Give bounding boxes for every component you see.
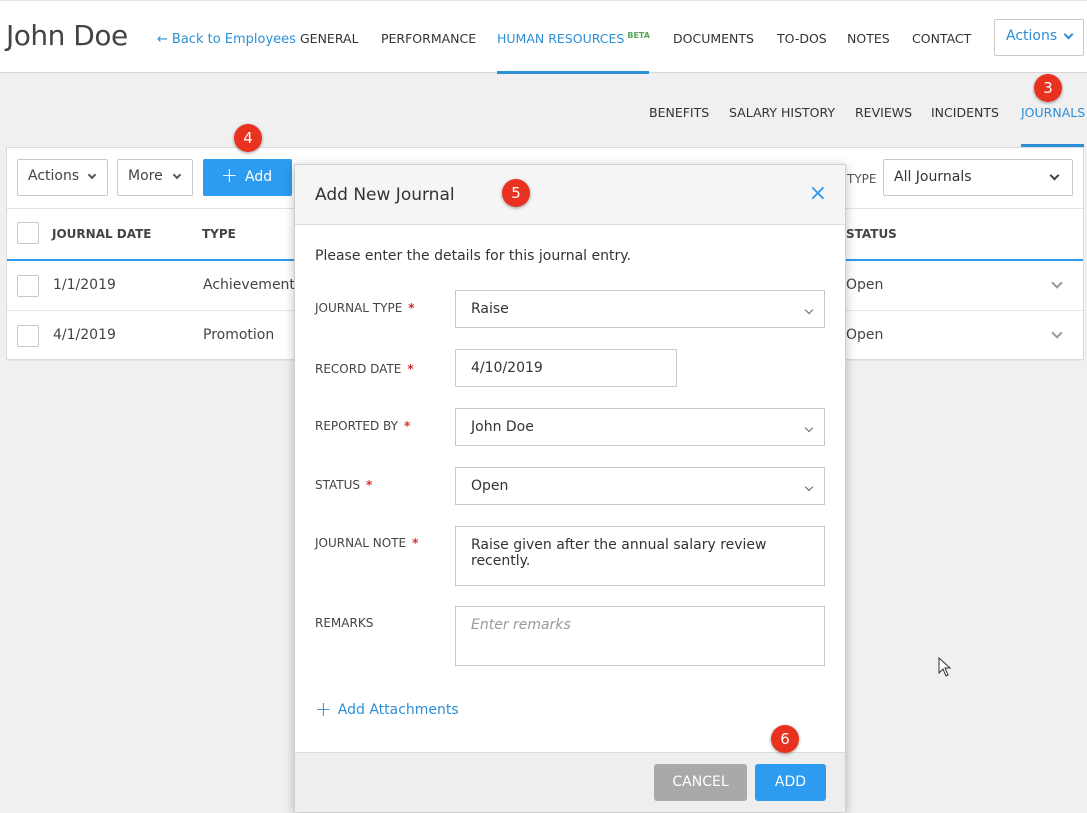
column-status: STATUS (846, 227, 897, 241)
step-badge-3: 3 (1034, 74, 1062, 102)
journal-type-label: JOURNAL TYPE * (315, 301, 415, 315)
expand-row-chevron-icon[interactable] (1051, 327, 1063, 339)
modal-intro: Please enter the details for this journa… (315, 248, 631, 264)
chevron-down-icon (1049, 170, 1060, 181)
nav-human-resources-label: HUMAN RESOURCES (497, 31, 625, 46)
status-label: STATUS * (315, 478, 372, 492)
mouse-cursor-icon (938, 657, 952, 677)
add-attachments-label: Add Attachments (337, 702, 459, 718)
modal-header: Add New Journal × (295, 165, 845, 225)
reported-by-value: John Doe (471, 419, 534, 435)
select-all-checkbox[interactable] (17, 222, 39, 244)
nav-contact[interactable]: CONTACT (912, 31, 971, 74)
header-actions-label: Actions (1006, 28, 1058, 44)
row-type: Promotion (203, 327, 275, 343)
record-date-value: 4/10/2019 (471, 360, 543, 376)
record-date-label-text: RECORD DATE (315, 362, 402, 376)
row-date: 1/1/2019 (53, 277, 116, 293)
add-journal-modal: Add New Journal × Please enter the detai… (294, 164, 846, 812)
nav-todos[interactable]: TO-DOs (777, 31, 827, 74)
remarks-label: REMARKS (315, 616, 374, 630)
add-attachments-link[interactable]: + Add Attachments (315, 697, 459, 721)
back-to-employees-link[interactable]: ← Back to Employees (157, 32, 296, 47)
add-journal-label: Add (245, 169, 273, 185)
reported-by-label: REPORTED BY * (315, 419, 410, 433)
back-link-label: Back to Employees (171, 32, 296, 47)
nav-general[interactable]: GENERAL (300, 31, 359, 74)
beta-badge: BETA (627, 31, 650, 40)
chevron-down-icon (172, 170, 182, 180)
required-mark: * (407, 362, 414, 376)
more-dropdown-label: More (128, 168, 163, 184)
status-label-text: STATUS (315, 478, 361, 492)
type-filter-value: All Journals (894, 169, 972, 185)
row-status: Open (846, 277, 884, 293)
reported-by-label-text: REPORTED BY (315, 419, 398, 433)
actions-dropdown-label: Actions (28, 168, 80, 184)
modal-footer: CANCEL ADD (295, 752, 845, 812)
nav-human-resources[interactable]: HUMAN RESOURCES BETA (497, 31, 650, 74)
type-filter-select[interactable]: All Journals (883, 159, 1073, 196)
submit-add-button[interactable]: ADD (755, 764, 826, 801)
step-badge-6: 6 (771, 725, 799, 753)
plus-icon: + (221, 163, 238, 187)
cancel-button[interactable]: CANCEL (654, 764, 747, 801)
row-date: 4/1/2019 (53, 327, 116, 343)
required-mark: * (366, 478, 373, 492)
journal-note-value: Raise given after the annual salary revi… (471, 537, 767, 569)
record-date-field[interactable]: 4/10/2019 (455, 349, 677, 387)
column-type: TYPE (202, 227, 236, 241)
journal-note-label: JOURNAL NOTE * (315, 536, 418, 550)
required-mark: * (408, 301, 415, 315)
employee-name: John Doe (6, 19, 128, 52)
arrow-left-icon: ← (157, 32, 168, 47)
add-journal-button[interactable]: + Add (203, 159, 292, 196)
chevron-down-icon (804, 423, 814, 433)
journal-note-textarea[interactable]: Raise given after the annual salary revi… (455, 526, 825, 586)
more-dropdown[interactable]: More (117, 159, 193, 196)
step-badge-5: 5 (502, 179, 530, 207)
tab-benefits[interactable]: BENEFITS (649, 105, 709, 147)
journal-type-select[interactable]: Raise (455, 290, 825, 328)
nav-notes[interactable]: NOTES (847, 31, 890, 74)
tab-incidents[interactable]: INCIDENTS (931, 105, 999, 147)
expand-row-chevron-icon[interactable] (1051, 277, 1063, 289)
required-mark: * (403, 419, 411, 433)
header-actions-button[interactable]: Actions (994, 19, 1084, 56)
top-header: John Doe ← Back to Employees GENERAL PERF… (0, 0, 1087, 74)
record-date-label: RECORD DATE * (315, 362, 414, 376)
tab-reviews[interactable]: REVIEWS (855, 105, 912, 147)
chevron-down-icon (804, 482, 814, 492)
status-value: Open (471, 478, 509, 494)
step-badge-4: 4 (234, 124, 262, 152)
row-type: Achievement (203, 277, 295, 293)
nav-performance[interactable]: PERFORMANCE (381, 31, 476, 74)
journal-type-label-text: JOURNAL TYPE (315, 301, 403, 315)
nav-documents[interactable]: DOCUMENTS (673, 31, 754, 74)
actions-dropdown[interactable]: Actions (17, 159, 108, 196)
tab-salary-history[interactable]: SALARY HISTORY (729, 105, 835, 147)
type-filter-label: TYPE (847, 172, 877, 186)
remarks-placeholder: Enter remarks (471, 617, 571, 633)
journal-note-label-text: JOURNAL NOTE (315, 536, 407, 550)
chevron-down-icon (1063, 29, 1074, 40)
row-status: Open (846, 327, 884, 343)
close-icon[interactable]: × (809, 183, 827, 205)
modal-title: Add New Journal (315, 185, 455, 205)
status-select[interactable]: Open (455, 467, 825, 505)
chevron-down-icon (804, 305, 814, 315)
required-mark: * (412, 536, 419, 550)
column-journal-date: JOURNAL DATE (52, 227, 152, 241)
reported-by-select[interactable]: John Doe (455, 408, 825, 446)
remarks-textarea[interactable]: Enter remarks (455, 606, 825, 666)
row-checkbox[interactable] (17, 275, 39, 297)
row-checkbox[interactable] (17, 325, 39, 347)
plus-icon: + (315, 697, 332, 721)
journal-type-value: Raise (471, 301, 509, 317)
chevron-down-icon (87, 170, 97, 180)
tab-journals[interactable]: JOURNALS (1021, 105, 1085, 147)
